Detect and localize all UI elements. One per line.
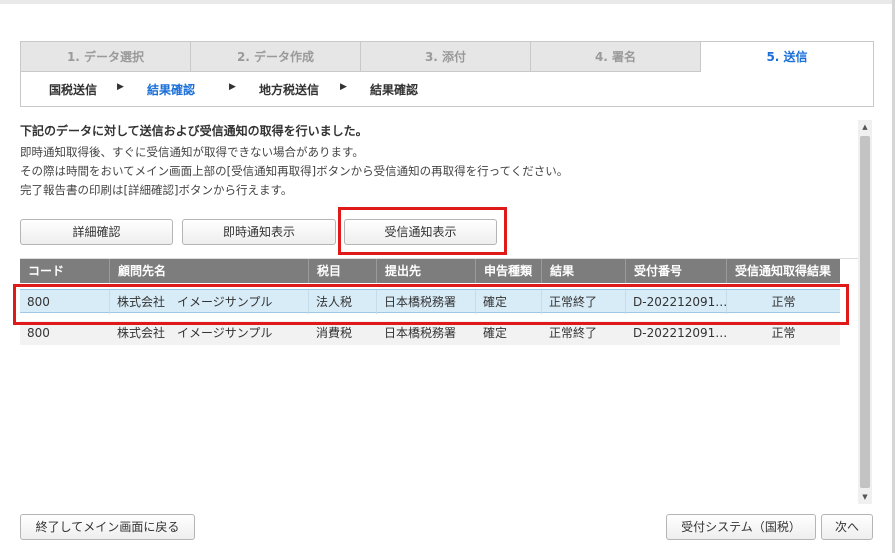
substep-national-tax-send: 国税送信 bbox=[49, 83, 98, 97]
detail-confirm-button[interactable]: 詳細確認 bbox=[20, 219, 173, 245]
message-line: 即時通知取得後、すぐに受信通知が取得できない場合があります。 bbox=[20, 145, 364, 159]
table-header: コード 顧問先名 税目 提出先 申告種類 結果 受付番号 受信通知取得結果 bbox=[20, 259, 840, 283]
scroll-thumb[interactable] bbox=[860, 136, 870, 488]
reception-system-button[interactable]: 受付システム（国税） bbox=[666, 514, 816, 540]
wizard-steps-panel: 1. データ選択 2. データ作成 3. 添付 4. 署名 5. 送信 国税送信… bbox=[20, 41, 874, 107]
step-tab-sign: 4. 署名 bbox=[531, 42, 701, 72]
message-line: 完了報告書の印刷は[詳細確認]ボタンから行えます。 bbox=[20, 183, 293, 197]
col-receipt-number[interactable]: 受付番号 bbox=[626, 259, 727, 283]
step-tab-data-create: 2. データ作成 bbox=[191, 42, 361, 72]
message-line: その際は時間をおいてメイン画面上部の[受信通知再取得]ボタンから受信通知の再取得… bbox=[20, 164, 569, 178]
col-destination[interactable]: 提出先 bbox=[377, 259, 476, 283]
col-filing-type[interactable]: 申告種類 bbox=[476, 259, 542, 283]
col-receipt-notice-result[interactable]: 受信通知取得結果 bbox=[727, 259, 840, 283]
right-triangle-icon: ▶ bbox=[117, 82, 124, 92]
result-heading: 下記のデータに対して送信および受信通知の取得を行いました。 bbox=[20, 124, 368, 138]
substep-local-tax-send: 地方税送信 bbox=[259, 83, 320, 97]
end-return-main-button[interactable]: 終了してメイン画面に戻る bbox=[20, 514, 195, 540]
step-tab-data-select: 1. データ選択 bbox=[21, 42, 191, 72]
col-result[interactable]: 結果 bbox=[542, 259, 626, 283]
selected-row-highlight bbox=[13, 284, 849, 325]
col-client-name[interactable]: 顧問先名 bbox=[110, 259, 309, 283]
step-tab-send: 5. 送信 bbox=[701, 42, 873, 72]
right-triangle-icon: ▶ bbox=[340, 82, 347, 92]
content-scrollbar[interactable]: ▲ ▼ bbox=[858, 120, 872, 504]
step-tab-attach: 3. 添付 bbox=[361, 42, 531, 72]
receipt-notice-highlight bbox=[338, 207, 507, 255]
scroll-down-arrow-icon[interactable]: ▼ bbox=[858, 490, 872, 504]
wizard-step-tabs: 1. データ選択 2. データ作成 3. 添付 4. 署名 5. 送信 bbox=[21, 42, 873, 72]
substep-result-check-active: 結果確認 bbox=[147, 83, 196, 97]
right-triangle-icon: ▶ bbox=[229, 82, 236, 92]
next-button[interactable]: 次へ bbox=[821, 514, 873, 540]
col-tax-item[interactable]: 税目 bbox=[309, 259, 377, 283]
immediate-notice-button[interactable]: 即時通知表示 bbox=[182, 219, 336, 245]
substep-result-check: 結果確認 bbox=[370, 83, 419, 97]
scroll-up-arrow-icon[interactable]: ▲ bbox=[858, 120, 872, 134]
window-top-strip bbox=[0, 0, 895, 4]
col-code[interactable]: コード bbox=[20, 259, 110, 283]
